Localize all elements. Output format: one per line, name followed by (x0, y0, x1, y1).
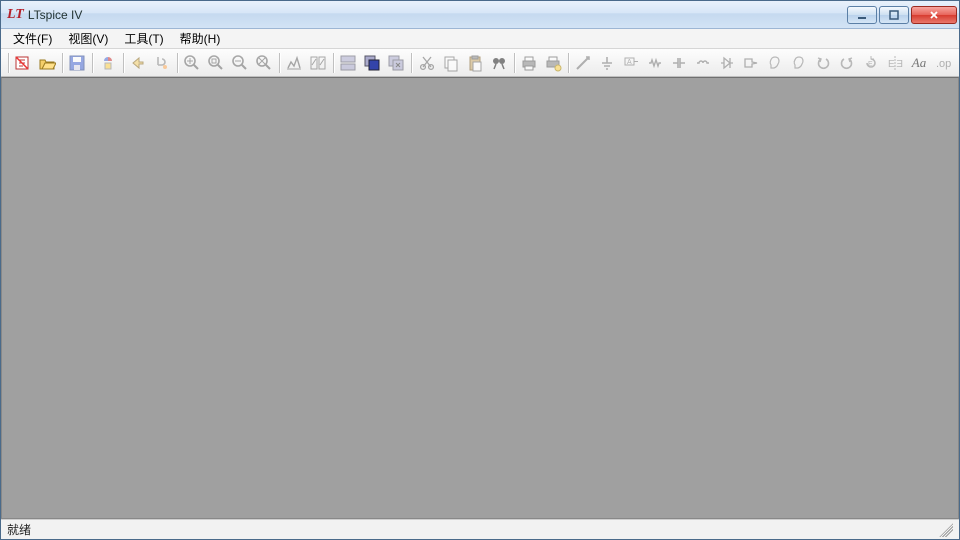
tile-icon (339, 54, 357, 72)
component-icon (742, 54, 760, 72)
new-schematic-icon (14, 54, 32, 72)
toggle-plot-button[interactable] (306, 51, 330, 75)
rotate-icon (862, 54, 880, 72)
toolbar: Aa (1, 49, 959, 77)
minimize-button[interactable] (847, 6, 877, 24)
label-net-icon (622, 54, 640, 72)
component-button[interactable] (739, 51, 763, 75)
drag-icon (790, 54, 808, 72)
close-all-button[interactable] (384, 51, 408, 75)
diode-icon (718, 54, 736, 72)
save-icon (68, 54, 86, 72)
maximize-button[interactable] (879, 6, 909, 24)
zoom-in-button[interactable] (180, 51, 204, 75)
control-panel-icon (99, 54, 117, 72)
app-logo-icon: LT (7, 7, 24, 23)
titlebar[interactable]: LT LTspice IV (1, 1, 959, 29)
autorange-button[interactable] (282, 51, 306, 75)
cut-button[interactable] (415, 51, 439, 75)
zoom-in-icon (183, 54, 201, 72)
pan-button[interactable] (204, 51, 228, 75)
cut-icon (418, 54, 436, 72)
spice-directive-button[interactable] (931, 51, 955, 75)
menu-tools[interactable]: 工具(T) (116, 29, 171, 48)
mirror-icon (886, 54, 904, 72)
copy-icon (442, 54, 460, 72)
cascade-icon (363, 54, 381, 72)
undo-button[interactable] (811, 51, 835, 75)
control-panel-button[interactable] (96, 51, 120, 75)
window-title: LTspice IV (28, 8, 82, 22)
halt-button[interactable] (150, 51, 174, 75)
label-net-button[interactable] (619, 51, 643, 75)
halt-icon (153, 54, 171, 72)
app-window: LT LTspice IV 文件(F) 视图(V) 工具(T) 帮助(H) Aa… (0, 0, 960, 540)
close-button[interactable] (911, 6, 957, 24)
run-icon (129, 54, 147, 72)
inductor-button[interactable] (691, 51, 715, 75)
draw-wire-button[interactable] (571, 51, 595, 75)
zoom-fit-icon (255, 54, 273, 72)
find-button[interactable] (487, 51, 511, 75)
capacitor-button[interactable] (667, 51, 691, 75)
close-all-icon (387, 54, 405, 72)
move-button[interactable] (763, 51, 787, 75)
redo-button[interactable] (835, 51, 859, 75)
toggle-plot-icon (309, 54, 327, 72)
print-button[interactable] (517, 51, 541, 75)
drag-button[interactable] (787, 51, 811, 75)
menu-view[interactable]: 视图(V) (60, 29, 116, 48)
tile-button[interactable] (336, 51, 360, 75)
ground-button[interactable] (595, 51, 619, 75)
resistor-icon (646, 54, 664, 72)
status-text: 就绪 (7, 521, 31, 538)
setup-icon (544, 54, 562, 72)
text-button[interactable]: Aa (907, 51, 931, 75)
mdi-workspace[interactable] (1, 77, 959, 519)
redo-icon (838, 54, 856, 72)
diode-button[interactable] (715, 51, 739, 75)
copy-button[interactable] (439, 51, 463, 75)
draw-wire-icon (574, 54, 592, 72)
capacitor-icon (670, 54, 688, 72)
resize-grip-icon[interactable] (939, 523, 953, 537)
autorange-icon (285, 54, 303, 72)
mirror-button[interactable] (883, 51, 907, 75)
setup-button[interactable] (541, 51, 565, 75)
new-schematic-button[interactable] (11, 51, 35, 75)
ground-icon (598, 54, 616, 72)
print-icon (520, 54, 538, 72)
save-button[interactable] (65, 51, 89, 75)
find-icon (490, 54, 508, 72)
text-icon: Aa (912, 55, 926, 71)
run-button[interactable] (126, 51, 150, 75)
paste-icon (466, 54, 484, 72)
inductor-icon (694, 54, 712, 72)
menubar: 文件(F) 视图(V) 工具(T) 帮助(H) (1, 29, 959, 49)
statusbar: 就绪 (1, 519, 959, 539)
spice-directive-icon (934, 54, 952, 72)
rotate-button[interactable] (859, 51, 883, 75)
zoom-fit-button[interactable] (252, 51, 276, 75)
window-controls (847, 6, 957, 24)
paste-button[interactable] (463, 51, 487, 75)
open-button[interactable] (35, 51, 59, 75)
menu-help[interactable]: 帮助(H) (172, 29, 229, 48)
resistor-button[interactable] (643, 51, 667, 75)
move-icon (766, 54, 784, 72)
undo-icon (814, 54, 832, 72)
cascade-button[interactable] (360, 51, 384, 75)
zoom-out-button[interactable] (228, 51, 252, 75)
pan-icon (207, 54, 225, 72)
open-icon (38, 54, 56, 72)
menu-file[interactable]: 文件(F) (5, 29, 60, 48)
zoom-out-icon (231, 54, 249, 72)
